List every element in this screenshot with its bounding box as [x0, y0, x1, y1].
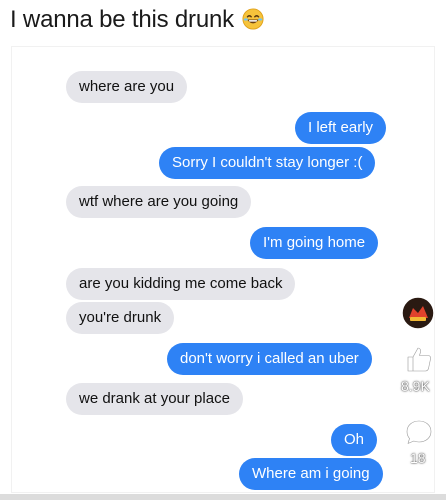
comment-button[interactable] [402, 417, 436, 447]
post-title: I wanna be this drunk [10, 6, 264, 34]
message-text: we drank at your place [79, 390, 230, 407]
message-bubble: Oh [331, 424, 378, 456]
message-text: where are you [79, 78, 175, 95]
message-text: I'm going home [263, 234, 366, 251]
message-bubble: are you kidding me come back [66, 268, 296, 300]
chat-screenshot: where are you I left early Sorry I could… [11, 46, 435, 493]
comment-count: 18 [410, 450, 426, 466]
thumbs-up-icon [407, 347, 432, 372]
message-bubble: we drank at your place [66, 383, 243, 415]
profile-avatar-icon [401, 296, 435, 330]
message-text: Oh [344, 431, 365, 448]
message-text: Sorry I couldn't stay longer :( [172, 154, 363, 171]
bottom-edge-bar [0, 494, 446, 500]
message-text: wtf where are you going [79, 193, 239, 210]
message-text: are you kidding me come back [79, 275, 283, 292]
message-bubble: Where am i going [239, 458, 383, 490]
profile-avatar-button[interactable] [400, 295, 436, 331]
message-text: you're drunk [79, 309, 162, 326]
message-text: I left early [308, 119, 374, 136]
comment-bubble-icon [405, 419, 433, 445]
message-text: Where am i going [252, 465, 370, 482]
post-title-text: I wanna be this drunk [10, 6, 234, 33]
message-bubble: wtf where are you going [66, 186, 252, 218]
message-bubble: I left early [295, 112, 387, 144]
like-button[interactable] [402, 342, 436, 376]
message-bubble: Sorry I couldn't stay longer :( [159, 147, 376, 179]
like-count: 8.9K [401, 378, 430, 394]
message-bubble: I'm going home [250, 227, 379, 259]
message-text: don't worry i called an uber [180, 350, 359, 367]
message-bubble: don't worry i called an uber [167, 343, 372, 375]
laughing-face-emoji-icon [242, 8, 264, 30]
message-bubble: where are you [66, 71, 188, 103]
message-bubble: you're drunk [66, 302, 175, 334]
